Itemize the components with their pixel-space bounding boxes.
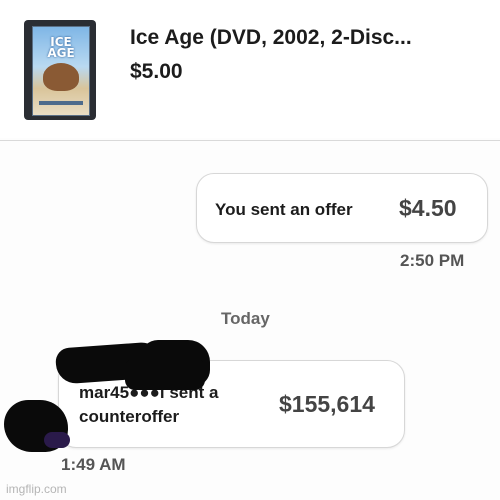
listing-header[interactable]: ICE AGE Ice Age (DVD, 2002, 2-Disc... $5…	[0, 0, 500, 138]
chat-screen: ICE AGE Ice Age (DVD, 2002, 2-Disc... $5…	[0, 0, 500, 500]
sent-offer-bubble[interactable]: You sent an offer $4.50	[196, 173, 488, 243]
listing-price: $5.00	[130, 60, 183, 83]
listing-thumbnail[interactable]: ICE AGE	[24, 20, 96, 120]
dvd-cover-artwork	[43, 63, 79, 91]
counteroffer-timestamp: 1:49 AM	[61, 455, 126, 474]
sent-offer-amount: $4.50	[399, 195, 457, 221]
dvd-cover-title: ICE AGE	[47, 35, 75, 60]
date-separator: Today	[221, 309, 270, 328]
counteroffer-amount: $155,614	[279, 391, 375, 417]
dvd-cover-image: ICE AGE	[32, 26, 90, 116]
listing-title[interactable]: Ice Age (DVD, 2002, 2-Disc...	[130, 26, 412, 50]
redaction-scribble	[125, 358, 205, 390]
avatar-redaction-edge	[44, 432, 70, 448]
dvd-cover-strip	[39, 101, 83, 105]
header-divider	[0, 140, 500, 141]
watermark: imgflip.com	[6, 482, 67, 496]
sent-offer-timestamp: 2:50 PM	[400, 251, 465, 270]
sent-offer-label: You sent an offer	[215, 200, 353, 219]
